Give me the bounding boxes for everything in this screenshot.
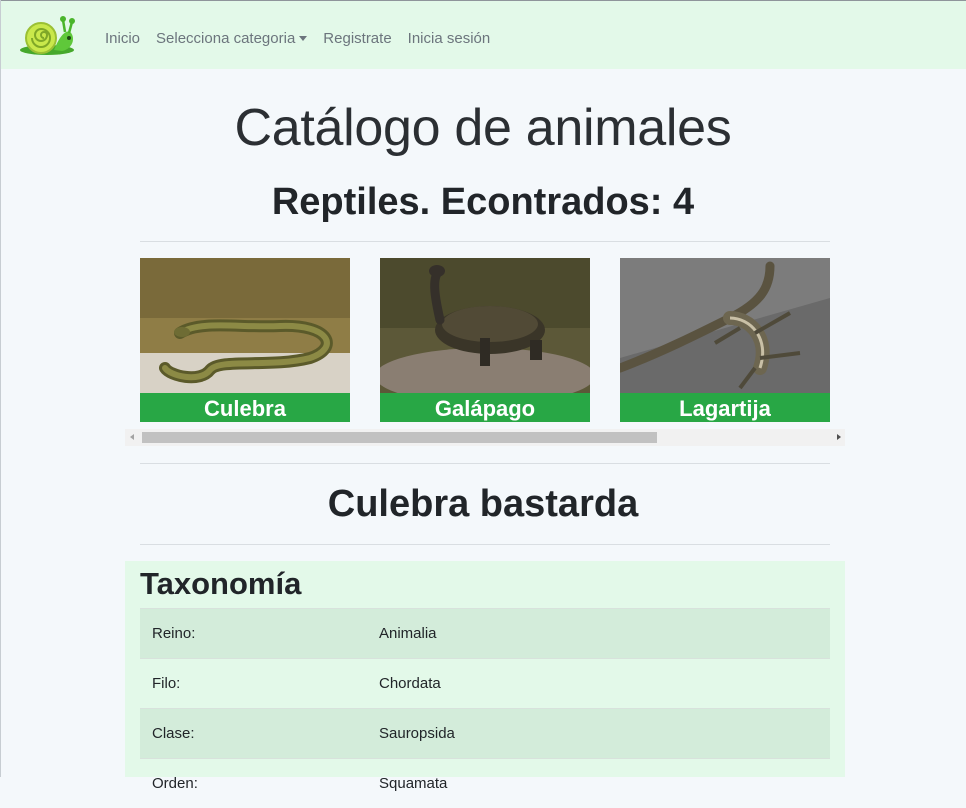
- table-row: Reino: Animalia: [140, 609, 830, 659]
- gallery-scrollbar[interactable]: [125, 429, 845, 446]
- nav-links: Inicio Selecciona categoria Registrate I…: [105, 30, 490, 47]
- taxonomy-key: Reino:: [140, 609, 367, 659]
- animal-card-label: Culebra: [140, 393, 350, 422]
- taxonomy-key: Filo:: [140, 659, 367, 709]
- nav-link-registrate[interactable]: Registrate: [323, 30, 391, 47]
- table-row: Orden: Squamata: [140, 759, 830, 808]
- taxonomy-title: Taxonomía: [140, 566, 301, 602]
- animal-card-label: Galápago: [380, 393, 590, 422]
- category-results-heading: Reptiles. Econtrados: 4: [0, 181, 966, 224]
- nav-link-inicia-sesion[interactable]: Inicia sesión: [408, 30, 491, 47]
- taxonomy-key: Orden:: [140, 759, 367, 808]
- taxonomy-value: Squamata: [367, 759, 830, 808]
- caret-down-icon: [299, 36, 307, 41]
- scroll-right-arrow-icon[interactable]: [829, 429, 845, 446]
- window-border: [0, 0, 966, 1]
- nav-link-inicio[interactable]: Inicio: [105, 30, 140, 47]
- taxonomy-panel: Taxonomía Reino: Animalia Filo: Chordata…: [125, 561, 845, 777]
- animal-card-culebra[interactable]: Culebra: [140, 258, 350, 422]
- animal-card-lagartija[interactable]: Lagartija: [620, 258, 830, 422]
- table-row: Filo: Chordata: [140, 659, 830, 709]
- nav-dropdown-categoria[interactable]: Selecciona categoria: [156, 30, 307, 47]
- lizard-photo: [620, 258, 830, 393]
- taxonomy-key: Clase:: [140, 709, 367, 759]
- scroll-left-arrow-icon[interactable]: [125, 429, 141, 446]
- animal-name-heading: Culebra bastarda: [0, 483, 966, 526]
- taxonomy-table: Reino: Animalia Filo: Chordata Clase: Sa…: [140, 608, 830, 808]
- page-title: Catálogo de animales: [0, 98, 966, 158]
- taxonomy-value: Animalia: [367, 609, 830, 659]
- snail-logo-icon[interactable]: [18, 14, 76, 56]
- taxonomy-value: Chordata: [367, 659, 830, 709]
- scrollbar-thumb[interactable]: [142, 432, 657, 443]
- snake-photo: [140, 258, 350, 393]
- taxonomy-value: Sauropsida: [367, 709, 830, 759]
- window-border: [0, 0, 1, 777]
- turtle-photo: [380, 258, 590, 393]
- animal-card-label: Lagartija: [620, 393, 830, 422]
- divider: [140, 544, 830, 545]
- divider: [140, 463, 830, 464]
- nav-dropdown-label: Selecciona categoria: [156, 30, 295, 47]
- divider: [140, 241, 830, 242]
- animal-card-galapago[interactable]: Galápago: [380, 258, 590, 422]
- navbar: Inicio Selecciona categoria Registrate I…: [0, 0, 966, 69]
- animal-gallery: Culebra Galápago: [140, 258, 830, 422]
- table-row: Clase: Sauropsida: [140, 709, 830, 759]
